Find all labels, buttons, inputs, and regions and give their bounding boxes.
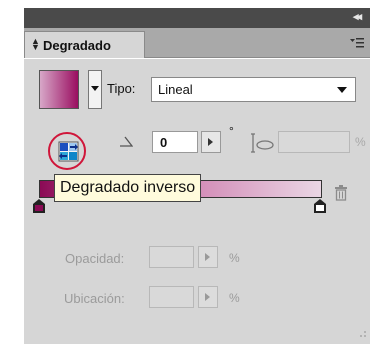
resize-grip-icon[interactable] — [359, 330, 367, 338]
trash-icon[interactable] — [334, 185, 348, 201]
type-value: Lineal — [158, 82, 193, 97]
angle-value: 0 — [160, 135, 168, 150]
opacity-input — [149, 246, 194, 268]
opacity-unit: % — [229, 251, 240, 265]
location-input — [149, 286, 194, 308]
gradient-panel: Tipo: Lineal 0 ° % Degradado inverso Opa… — [24, 59, 370, 344]
gradient-swatch[interactable] — [39, 70, 79, 109]
location-unit: % — [229, 291, 240, 305]
color-stop-left[interactable] — [33, 199, 45, 213]
tab-strip: ▲ ▼ Degradado — [24, 28, 370, 58]
reverse-gradient-icon — [58, 141, 79, 162]
gradient-swatch-dropdown[interactable] — [88, 70, 102, 109]
angle-dropdown-button[interactable] — [201, 131, 221, 153]
chevron-right-icon — [205, 253, 210, 261]
opacity-dropdown-button — [198, 246, 218, 268]
type-select[interactable]: Lineal — [151, 77, 356, 102]
angle-input[interactable]: 0 — [152, 131, 198, 153]
window-edge — [370, 8, 374, 344]
window-margin — [0, 0, 24, 344]
tooltip: Degradado inverso — [54, 174, 202, 202]
double-chevron-left-icon[interactable]: ◂◂ — [353, 10, 362, 23]
degree-symbol: ° — [229, 124, 234, 138]
reverse-gradient-button[interactable] — [48, 132, 86, 170]
chevron-right-icon — [208, 138, 213, 146]
panel-title-bar[interactable]: ◂◂ — [24, 8, 370, 28]
tooltip-text: Degradado inverso — [60, 179, 196, 196]
chevron-down-icon — [337, 87, 347, 93]
chevron-right-icon — [205, 293, 210, 301]
location-label: Ubicación: — [64, 291, 125, 306]
tab-label: Degradado — [43, 38, 111, 53]
aspect-ratio-unit: % — [355, 135, 366, 149]
aspect-ratio-icon — [251, 133, 274, 153]
angle-icon — [120, 136, 133, 147]
panel-menu-icon[interactable] — [350, 37, 364, 49]
aspect-ratio-input — [278, 131, 350, 153]
up-down-arrows-icon[interactable]: ▲ ▼ — [31, 37, 40, 52]
type-label: Tipo: — [107, 81, 136, 96]
color-stop-right[interactable] — [314, 199, 326, 213]
chevron-down-icon — [91, 86, 99, 91]
location-dropdown-button — [198, 286, 218, 308]
opacity-label: Opacidad: — [65, 251, 125, 266]
tab-degradado[interactable]: ▲ ▼ Degradado — [24, 31, 145, 58]
